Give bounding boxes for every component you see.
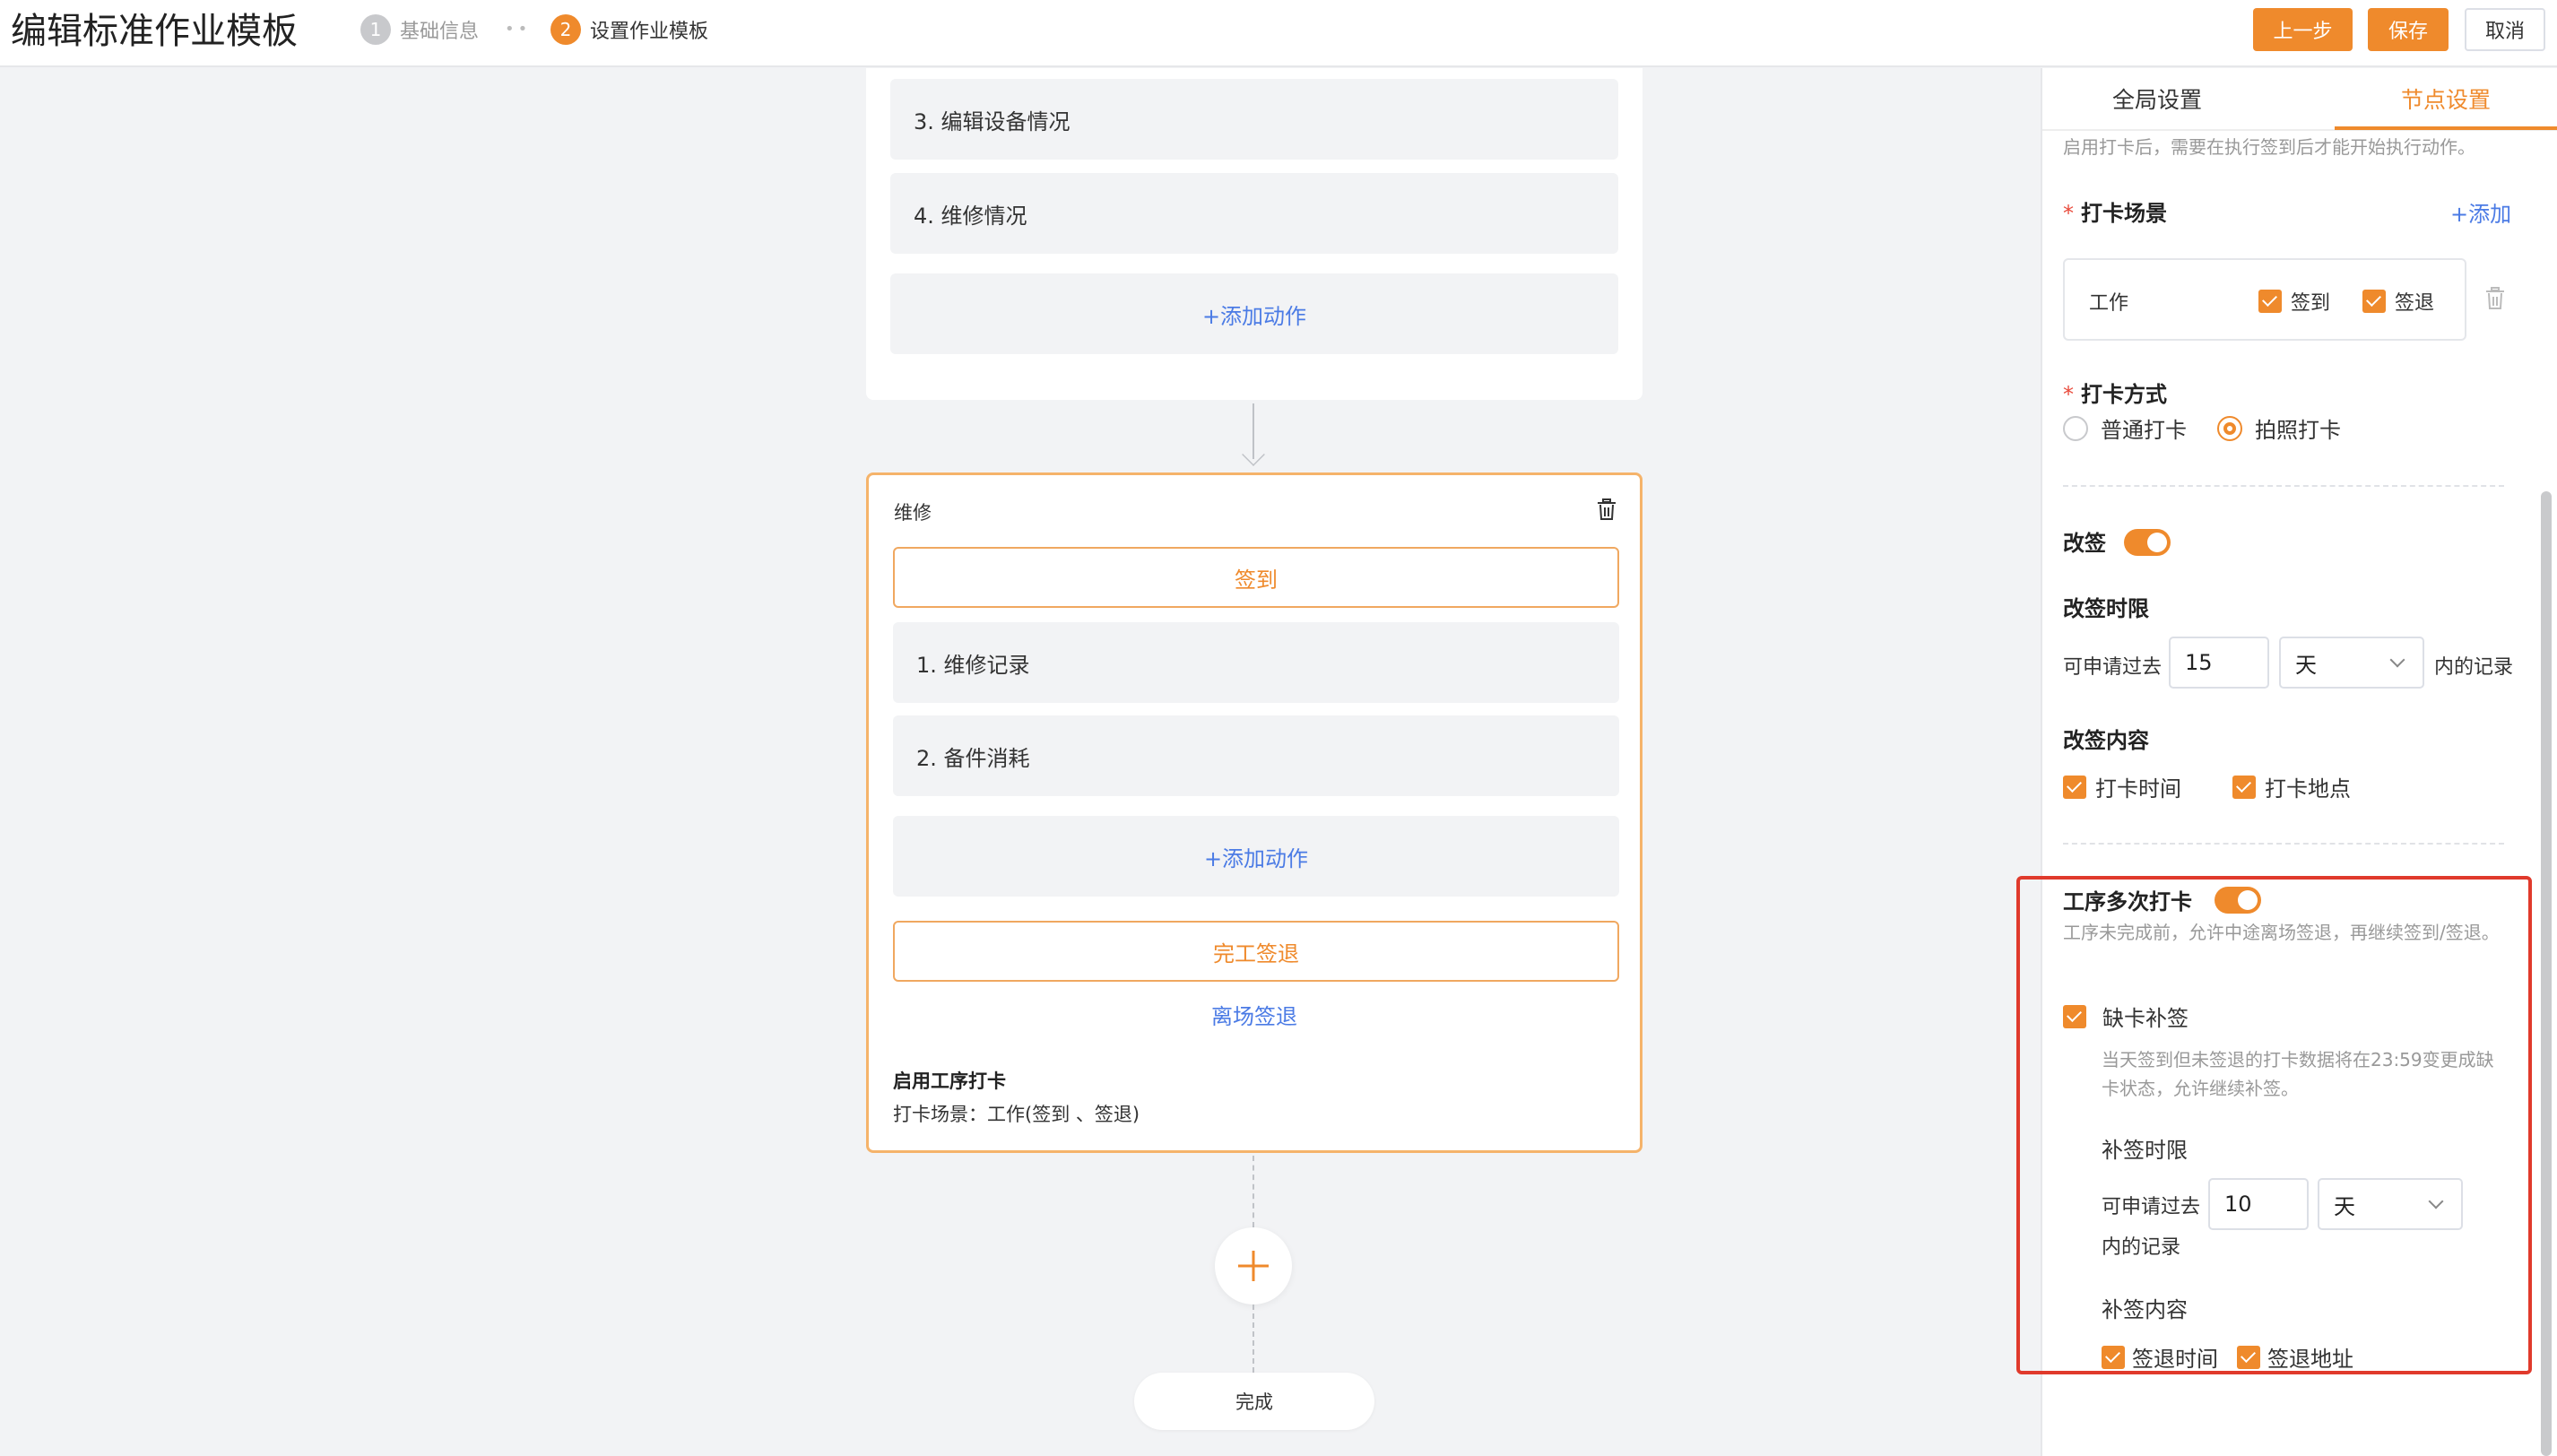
resign-limit-suffix: 内的记录 <box>2434 656 2514 679</box>
add-action-button[interactable]: +添加动作 <box>893 816 1619 897</box>
checkbox-label: 签到 <box>2291 292 2331 315</box>
active-tab-indicator <box>2335 126 2557 130</box>
step-template-settings[interactable]: 2 设置作业模板 <box>550 14 708 45</box>
tab-node-settings[interactable]: 节点设置 <box>2401 82 2491 115</box>
resign-time-checkbox[interactable]: 打卡时间 <box>2063 771 2181 802</box>
add-action-button[interactable]: +添加动作 <box>890 273 1618 354</box>
add-node-button[interactable] <box>1215 1227 1292 1304</box>
flow-connector <box>1252 1304 1254 1373</box>
scene-checkin-checkbox[interactable]: 签到 <box>2258 287 2330 316</box>
flow-connector <box>1252 1156 1254 1227</box>
action-item[interactable]: 1. 维修记录 <box>893 622 1619 703</box>
node-title: 维修 <box>894 502 932 524</box>
resign-toggle[interactable] <box>2124 529 2171 556</box>
radio-label: 拍照打卡 <box>2255 418 2341 443</box>
step-separator: •• <box>505 20 532 39</box>
checkin-button[interactable]: 签到 <box>893 547 1619 608</box>
checkbox-label: 签退 <box>2395 292 2435 315</box>
repair-node-card[interactable]: 维修 签到 1. 维修记录 2. 备件消耗 +添加动作 完工签退 离场签退 启用… <box>866 472 1643 1153</box>
scene-checkout-checkbox[interactable]: 签退 <box>2362 287 2434 316</box>
finish-node[interactable]: 完成 <box>1134 1373 1374 1430</box>
plus-icon <box>1238 1251 1269 1281</box>
resign-content-label: 改签内容 <box>2063 728 2149 753</box>
radio-photo-checkin[interactable]: 拍照打卡 <box>2217 412 2341 444</box>
resign-limit-label: 改签时限 <box>2063 596 2149 621</box>
checkbox-checked-icon <box>2232 775 2256 799</box>
panel-scrollbar[interactable] <box>2541 491 2552 1456</box>
chevron-down-icon <box>2389 652 2405 668</box>
node-footer-title: 启用工序打卡 <box>893 1070 1006 1092</box>
arrow-down-icon <box>1242 443 1265 466</box>
node-footer-text: 打卡场景：工作(签到 、签退) <box>893 1104 1140 1125</box>
checkbox-checked-icon <box>2362 290 2386 313</box>
finish-checkout-button[interactable]: 完工签退 <box>893 921 1619 982</box>
scene-row: 工作 签到 签退 <box>2063 258 2466 341</box>
step-label: 基础信息 <box>400 21 480 43</box>
radio-label: 普通打卡 <box>2101 418 2187 443</box>
resign-label: 改签 <box>2063 531 2106 556</box>
scene-label: * 打卡场景 <box>2063 195 2167 227</box>
radio-selected-icon <box>2217 415 2242 441</box>
scene-label-text: 打卡场景 <box>2081 201 2167 226</box>
step-number: 2 <box>550 14 581 45</box>
action-item[interactable]: 2. 备件消耗 <box>893 715 1619 796</box>
trash-icon[interactable] <box>2485 287 2505 310</box>
action-item[interactable]: 4. 维修情况 <box>890 173 1618 254</box>
page-title: 编辑标准作业模板 <box>11 11 298 52</box>
section-divider <box>2063 485 2504 487</box>
resign-unit-select[interactable]: 天 <box>2279 637 2424 689</box>
top-header: 编辑标准作业模板 1 基础信息 •• 2 设置作业模板 上一步 保存 取消 <box>0 0 2557 67</box>
prev-step-button[interactable]: 上一步 <box>2253 8 2353 51</box>
select-value: 天 <box>2295 652 2317 678</box>
action-item[interactable]: 3. 编辑设备情况 <box>890 79 1618 160</box>
trash-icon[interactable] <box>1597 498 1617 520</box>
checkin-hint: 启用打卡后，需要在执行签到后才能开始执行动作。 <box>2063 136 2475 158</box>
leave-checkout-link[interactable]: 离场签退 <box>869 999 1640 1030</box>
scene-name: 工作 <box>2089 292 2129 315</box>
previous-node-card: 3. 编辑设备情况 4. 维修情况 +添加动作 <box>866 68 1643 400</box>
checkbox-checked-icon <box>2063 775 2086 799</box>
save-button[interactable]: 保存 <box>2368 8 2449 51</box>
section-divider <box>2063 843 2504 845</box>
step-basic-info[interactable]: 1 基础信息 <box>360 14 479 45</box>
cancel-button[interactable]: 取消 <box>2465 8 2545 51</box>
tab-global-settings[interactable]: 全局设置 <box>2112 82 2202 115</box>
step-label: 设置作业模板 <box>590 21 709 43</box>
highlight-annotation-box <box>2016 876 2532 1374</box>
radio-normal-checkin[interactable]: 普通打卡 <box>2063 412 2187 444</box>
checkbox-label: 打卡时间 <box>2095 776 2181 802</box>
method-label: * 打卡方式 <box>2063 377 2167 408</box>
checkbox-label: 打卡地点 <box>2265 776 2351 802</box>
method-label-text: 打卡方式 <box>2081 382 2167 407</box>
step-number: 1 <box>360 14 391 45</box>
resign-location-checkbox[interactable]: 打卡地点 <box>2232 771 2351 802</box>
required-mark: * <box>2063 201 2074 226</box>
required-mark: * <box>2063 382 2074 407</box>
resign-days-input[interactable]: 15 <box>2169 637 2269 689</box>
radio-icon <box>2063 415 2088 441</box>
checkbox-checked-icon <box>2258 290 2282 313</box>
resign-limit-prefix: 可申请过去 <box>2063 656 2163 679</box>
add-scene-link[interactable]: +添加 <box>2450 196 2511 228</box>
